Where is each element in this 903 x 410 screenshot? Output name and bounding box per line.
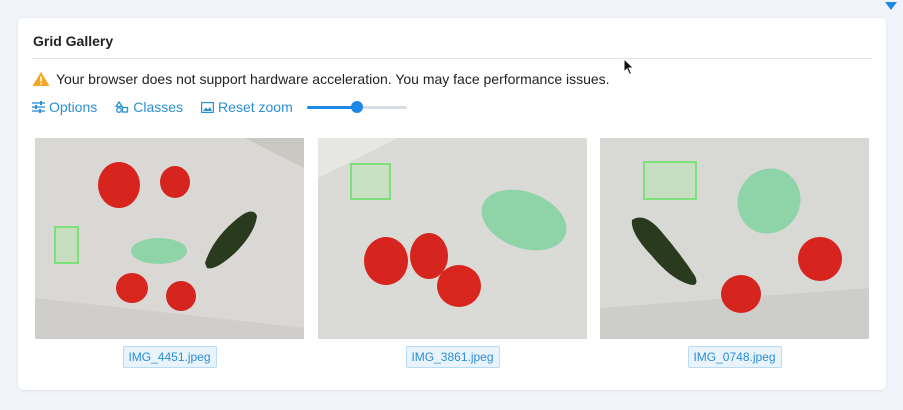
image-thumbnail[interactable] xyxy=(600,138,869,339)
gallery-toolbar: Options Classes Reset zoom xyxy=(32,99,407,115)
gallery-tile[interactable]: IMG_4451.jpeg xyxy=(35,138,304,368)
collapse-caret-icon[interactable] xyxy=(885,2,897,10)
grid-gallery-panel: Grid Gallery Your browser does not suppo… xyxy=(18,18,886,390)
reset-zoom-button[interactable]: Reset zoom xyxy=(201,99,293,115)
zoom-slider[interactable] xyxy=(306,101,407,113)
warning-icon xyxy=(32,71,50,87)
gallery-tile[interactable]: IMG_3861.jpeg xyxy=(318,138,587,368)
hardware-warning: Your browser does not support hardware a… xyxy=(32,71,610,87)
gallery-tile[interactable]: IMG_0748.jpeg xyxy=(600,138,869,368)
classes-label: Classes xyxy=(133,99,184,115)
image-filename[interactable]: IMG_3861.jpeg xyxy=(405,346,500,368)
reset-zoom-label: Reset zoom xyxy=(218,99,293,115)
sliders-icon xyxy=(32,101,45,113)
image-filename[interactable]: IMG_4451.jpeg xyxy=(122,346,217,368)
divider xyxy=(32,58,872,59)
shapes-icon xyxy=(115,101,129,113)
warning-text: Your browser does not support hardware a… xyxy=(56,71,610,87)
classes-button[interactable]: Classes xyxy=(115,99,183,115)
options-button[interactable]: Options xyxy=(32,99,97,115)
options-label: Options xyxy=(49,99,98,115)
panel-title: Grid Gallery xyxy=(33,33,114,49)
image-thumbnail[interactable] xyxy=(318,138,587,339)
image-filename[interactable]: IMG_0748.jpeg xyxy=(687,346,782,368)
zoom-slider-fill xyxy=(306,106,357,109)
picture-icon xyxy=(201,101,215,113)
mouse-pointer-icon xyxy=(623,58,635,76)
image-thumbnail[interactable] xyxy=(35,138,304,339)
zoom-slider-handle[interactable] xyxy=(350,101,363,113)
